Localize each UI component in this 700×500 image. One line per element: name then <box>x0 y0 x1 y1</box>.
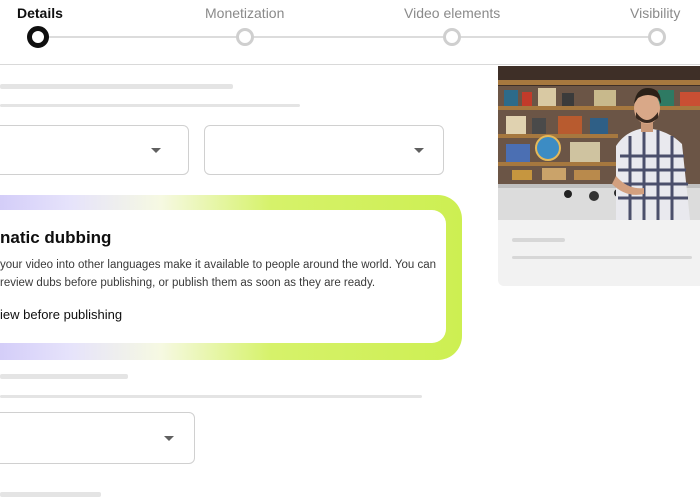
dubbing-description-line-2: review dubs before publishing, or publis… <box>0 277 376 289</box>
stepper-track <box>38 36 656 38</box>
video-link-label-bar <box>512 238 565 242</box>
placeholder-title-bar <box>0 84 233 89</box>
placeholder-section-subbar <box>0 395 422 398</box>
step-monetization-label[interactable]: Monetization <box>205 5 284 21</box>
step-details-dot[interactable] <box>27 26 49 48</box>
step-video-elements-dot[interactable] <box>443 28 461 46</box>
video-link-bar <box>512 256 692 259</box>
dropdown-field-3[interactable] <box>0 412 195 464</box>
placeholder-bottom-bar <box>0 492 101 497</box>
video-preview-card <box>498 66 700 286</box>
video-thumbnail[interactable] <box>498 66 700 220</box>
dubbing-description: your video into other languages make it … <box>0 256 445 292</box>
review-before-publishing-option[interactable]: iew before publishing <box>0 307 122 322</box>
upload-stepper: Details Monetization Video elements Visi… <box>0 0 700 65</box>
chevron-down-icon <box>164 436 174 441</box>
step-video-elements-label[interactable]: Video elements <box>404 5 500 21</box>
dubbing-description-line-1: your video into other languages make it … <box>0 259 437 271</box>
step-visibility-dot[interactable] <box>648 28 666 46</box>
dropdown-field-2[interactable] <box>204 125 444 175</box>
dropdown-field-1[interactable] <box>0 125 189 175</box>
video-frame-image <box>498 66 700 220</box>
dubbing-title: natic dubbing <box>0 228 112 247</box>
chevron-down-icon <box>414 148 424 153</box>
upload-details-page: Details Monetization Video elements Visi… <box>0 0 700 500</box>
placeholder-subtitle-bar <box>0 104 300 107</box>
placeholder-section-bar <box>0 374 128 379</box>
step-visibility-label[interactable]: Visibility <box>630 5 680 21</box>
step-monetization-dot[interactable] <box>236 28 254 46</box>
step-details-label[interactable]: Details <box>17 5 63 21</box>
chevron-down-icon <box>151 148 161 153</box>
